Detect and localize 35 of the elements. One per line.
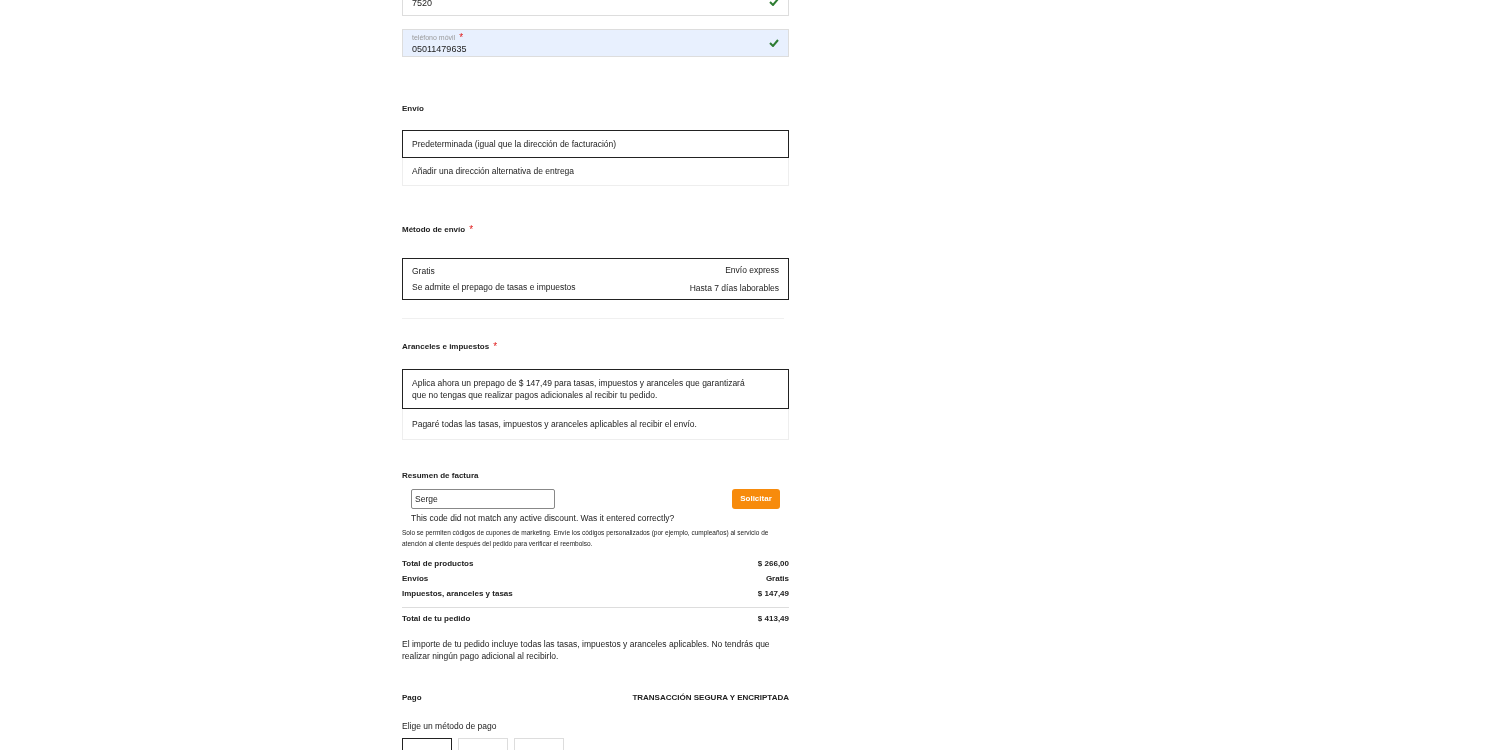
section-heading: Método de envío [402, 224, 466, 236]
required-mark: * [469, 225, 474, 235]
shipping-name: Envío express [725, 263, 779, 277]
section-heading: Resumen de factura [402, 470, 480, 482]
address-option[interactable]: Añadir una dirección alternativa de entrega [402, 158, 789, 186]
shipping-price: Gratis [412, 264, 435, 278]
tax-disclaimer: El importe de tu pedido incluye todas las tasas, impuestos y aranceles aplicables. No tendrás que realizar ningún pago adicional al recibirlo. [402, 637, 771, 662]
address-option[interactable]: Predeterminada (igual que la dirección de facturación) [402, 130, 789, 158]
summary-value: Gratis [765, 572, 789, 585]
section-heading: Pago [402, 691, 422, 704]
field-value: 05011479635 [412, 44, 467, 54]
coupon-input[interactable]: Serge [411, 489, 555, 509]
duties-option[interactable]: Pagaré todas las tasas, impuestos y aranceles aplicables al recibir el envío. [402, 409, 789, 440]
shipping-eta: Hasta 7 días laborables [689, 281, 779, 295]
coupon-error: This code did not match any active discount. Was it entered correctly? [410, 512, 676, 525]
shipping-note: Se admite el prepago de tasas e impuestos [412, 280, 576, 294]
total-value: $ 413,49 [757, 612, 789, 625]
summary-label: Envíos [402, 572, 429, 585]
field-value: 7520 [412, 0, 433, 8]
section-heading: Aranceles e impuestos [402, 341, 490, 353]
summary-label: Impuestos, aranceles y tasas [402, 587, 513, 600]
duties-option[interactable]: Aplica ahora un prepago de $ 147,49 para tasas, impuestos y aranceles que garantizará que no tengas que realizar pagos adicionales al recibir tu pedido. [402, 369, 789, 409]
secure-label: TRANSACCIÓN SEGURA Y ENCRIPTADA [632, 691, 789, 704]
checkmark-icon [769, 39, 779, 47]
required-mark: * [493, 342, 498, 352]
section-heading: Envío [402, 103, 425, 115]
checkmark-icon [769, 0, 779, 6]
summary-value: $ 266,00 [757, 557, 789, 570]
required-mark: * [459, 32, 464, 43]
summary-value: $ 147,49 [757, 587, 789, 600]
total-label: Total de tu pedido [402, 612, 471, 625]
shipping-option[interactable]: Gratis Se admite el prepago de tasas e impuestos Envío express Hasta 7 días laborables [402, 258, 789, 300]
payment-prompt: Elige un método de pago [402, 719, 498, 733]
text-field[interactable]: 7520 [402, 0, 789, 16]
summary-label: Total de productos [402, 557, 474, 570]
